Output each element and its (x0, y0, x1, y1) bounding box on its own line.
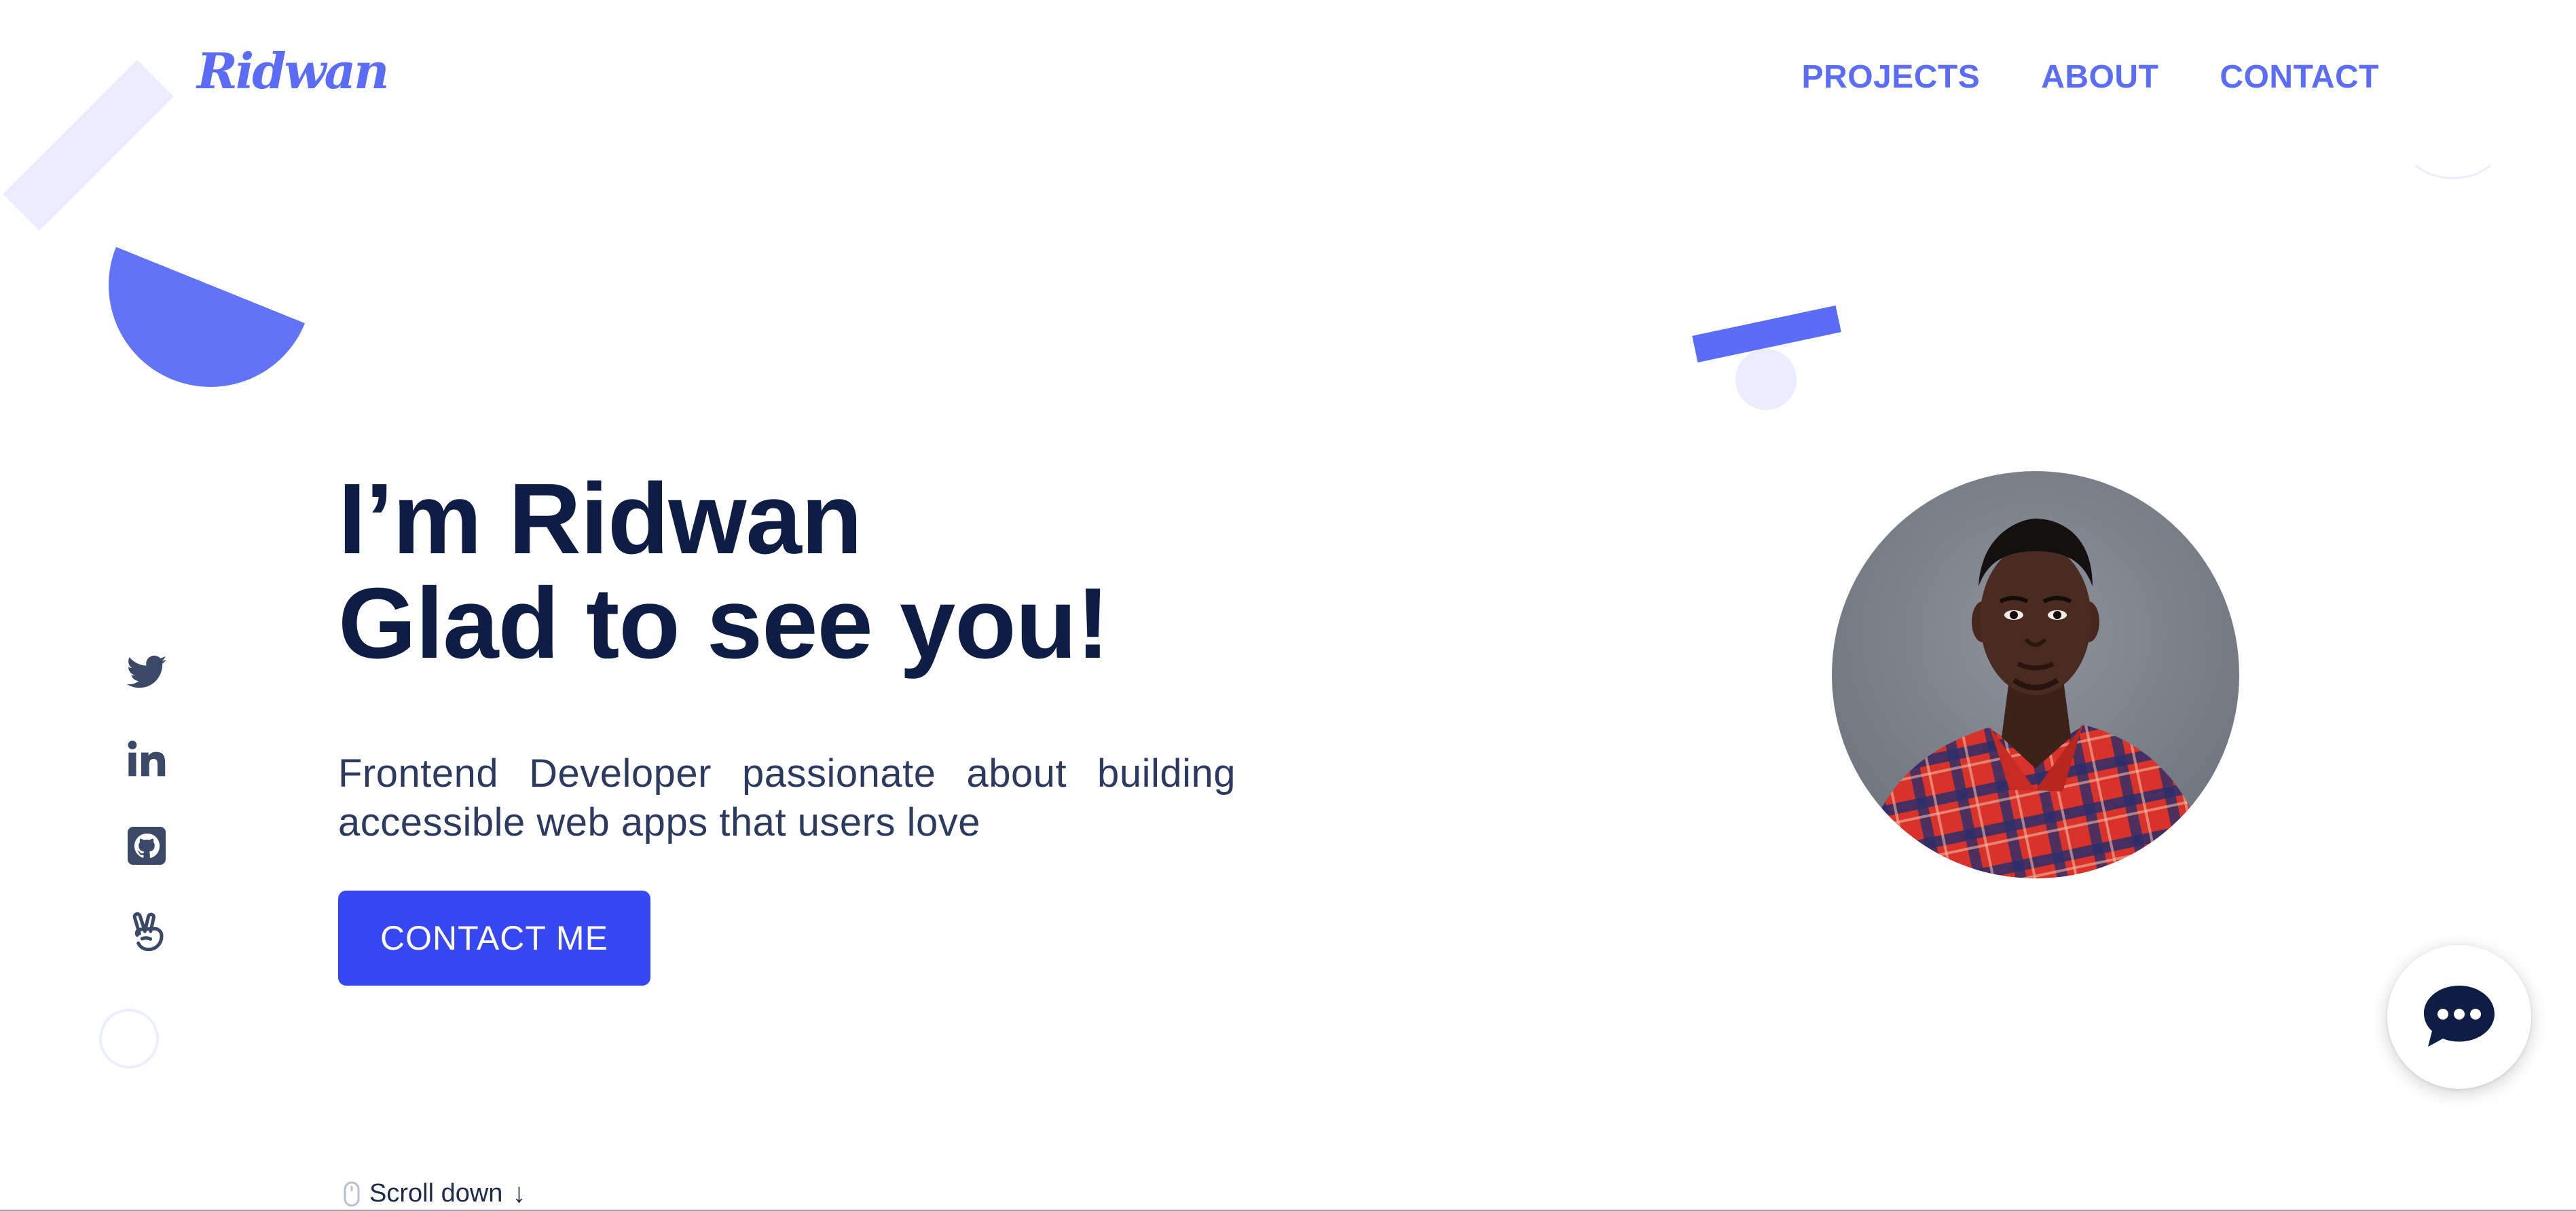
peace-hand-icon (132, 912, 164, 952)
decorative-band-shape (3, 60, 174, 231)
linkedin-link[interactable] (125, 737, 168, 781)
profile-photo-image (1832, 471, 2239, 878)
github-icon (128, 827, 166, 865)
github-link[interactable] (125, 824, 168, 868)
social-links (125, 650, 168, 954)
twitter-link[interactable] (125, 650, 168, 694)
peace-link[interactable] (125, 911, 168, 954)
chat-button[interactable] (2387, 945, 2531, 1089)
contact-me-button[interactable]: CONTACT ME (338, 891, 650, 986)
hero-description: Frontend Developer passionate about buil… (338, 751, 1236, 844)
hero-title-line2: Glad to see you! (338, 567, 1109, 679)
hero-section: I’m Ridwan Glad to see you! Frontend Dev… (338, 467, 1241, 986)
scroll-down-hint[interactable]: Scroll down ↓ (344, 1178, 526, 1209)
mouse-icon (344, 1181, 360, 1206)
page: Ridwan PROJECTS ABOUT CONTACT I’m Ridwan… (0, 0, 2576, 1211)
logo-link[interactable]: Ridwan (197, 42, 390, 100)
profile-photo (1832, 471, 2239, 878)
hero-title: I’m Ridwan Glad to see you! (338, 467, 1241, 676)
decorative-half-circle-shape (109, 183, 312, 387)
hero-title-line1: I’m Ridwan (338, 463, 862, 575)
decorative-dot-shape (1735, 349, 1797, 410)
decorative-ring-shape (99, 1009, 159, 1068)
arrow-down-icon: ↓ (512, 1178, 526, 1208)
nav-link-contact[interactable]: CONTACT (2220, 58, 2379, 96)
twitter-icon (126, 655, 167, 688)
nav-link-projects[interactable]: PROJECTS (1802, 58, 1981, 96)
scroll-down-label: Scroll down (369, 1179, 503, 1208)
main-nav: PROJECTS ABOUT CONTACT (1802, 58, 2379, 96)
linkedin-icon (128, 741, 166, 777)
nav-link-about[interactable]: ABOUT (2041, 58, 2158, 96)
chat-icon (2424, 986, 2495, 1047)
decorative-bar-shape (1692, 305, 1841, 363)
decorative-ring-shape (2402, 102, 2504, 179)
